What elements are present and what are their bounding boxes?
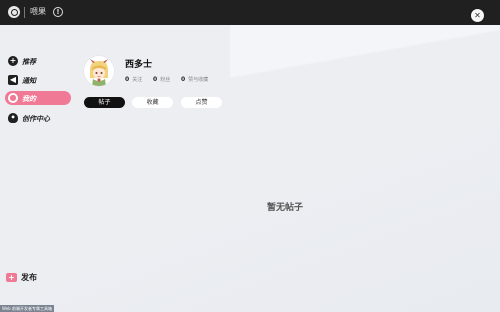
avatar-illustration (84, 56, 114, 86)
plus-square-icon: + (6, 273, 17, 282)
plus-circle-icon: + (8, 56, 18, 66)
sidebar-item-label: 通知 (22, 77, 36, 85)
empty-state-message: 暂无帖子 (267, 203, 304, 213)
footer-watermark: Web 前端开发者专属工具箱 (0, 305, 54, 312)
info-icon[interactable]: ! (53, 7, 63, 17)
stat-label: 关注 (132, 77, 143, 83)
background-decoration (230, 25, 500, 85)
app-title: 喂果 (30, 7, 46, 16)
stat-following[interactable]: 0 关注 (125, 76, 142, 83)
stat-value: 0 (181, 76, 186, 83)
sidebar-item-label: 创作中心 (22, 115, 50, 123)
lightbulb-icon: • (8, 113, 18, 123)
publish-button[interactable]: + 发布 (6, 272, 37, 283)
stat-label: 粉丝 (160, 77, 171, 83)
stat-value: 0 (153, 76, 158, 83)
tab-posts[interactable]: 帖子 (84, 97, 125, 108)
megaphone-icon: ◀ (8, 75, 18, 85)
tab-favorites[interactable]: 收藏 (132, 97, 173, 108)
sidebar-item-recommend[interactable]: + 推荐 (5, 54, 71, 68)
sidebar-item-creator-center[interactable]: • 创作中心 (5, 111, 71, 125)
avatar[interactable] (84, 56, 114, 86)
tab-likes[interactable]: 点赞 (181, 97, 222, 108)
sidebar-item-label: 我的 (22, 95, 36, 103)
sidebar-item-mine[interactable]: ● 我的 (5, 91, 71, 105)
publish-label: 发布 (21, 273, 37, 282)
title-bar: 喂果 ! (0, 0, 500, 25)
title-separator (24, 7, 25, 18)
username: 西多士 (125, 60, 153, 70)
sidebar-item-notifications[interactable]: ◀ 通知 (5, 73, 71, 87)
stat-likes-favorites[interactable]: 0 赞与收藏 (181, 76, 208, 83)
app-logo-icon (8, 6, 20, 18)
stat-label: 赞与收藏 (188, 77, 209, 83)
close-button[interactable]: ✕ (471, 9, 484, 22)
user-icon: ● (8, 93, 18, 103)
sidebar-item-label: 推荐 (22, 58, 36, 66)
stat-followers[interactable]: 0 粉丝 (153, 76, 170, 83)
stat-value: 0 (125, 76, 130, 83)
